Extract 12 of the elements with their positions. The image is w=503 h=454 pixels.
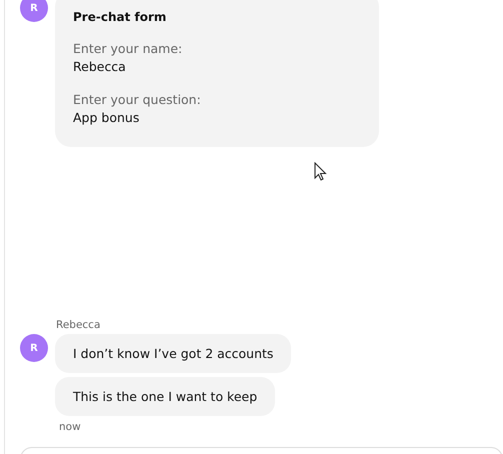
form-title: Pre-chat form xyxy=(73,10,168,24)
avatar: R xyxy=(20,0,48,22)
avatar: R xyxy=(20,334,48,362)
message-bubble: This is the one I want to keep xyxy=(55,377,276,416)
author-name: Rebecca xyxy=(56,319,102,331)
field-value: Rebecca xyxy=(73,58,127,76)
field-label: Enter your name: xyxy=(73,40,184,58)
field-value: App bonus xyxy=(73,109,140,127)
message-bubble: I don’t know I’ve got 2 accounts xyxy=(55,334,292,373)
cursor-icon xyxy=(314,162,327,181)
message-time: now xyxy=(59,421,82,433)
field-label: Enter your question: xyxy=(73,91,202,109)
